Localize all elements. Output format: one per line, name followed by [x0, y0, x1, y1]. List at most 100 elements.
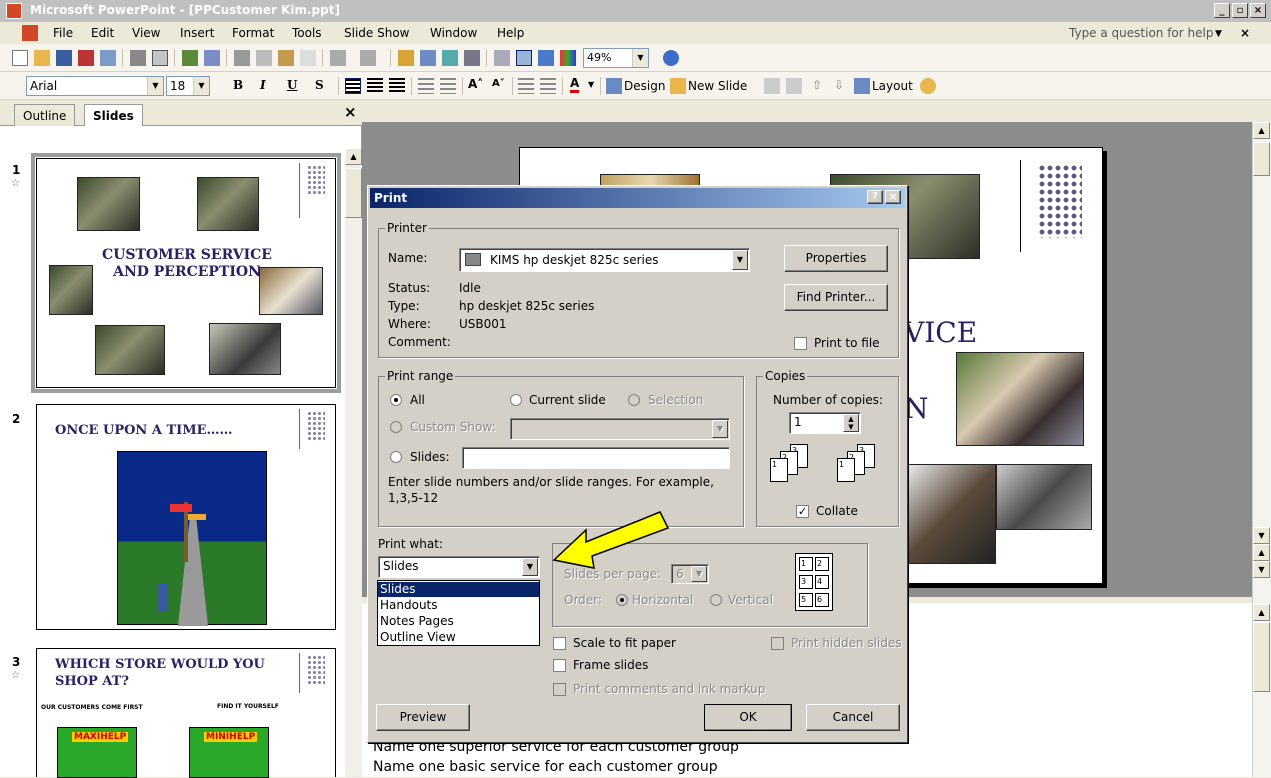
print-icon[interactable] — [130, 50, 146, 66]
tables-borders-icon[interactable] — [442, 50, 458, 66]
menu-edit[interactable]: Edit — [91, 26, 114, 40]
scale-to-fit-checkbox[interactable] — [553, 637, 566, 650]
menu-insert[interactable]: Insert — [180, 26, 214, 40]
previous-slide-icon[interactable]: ▲ — [1253, 544, 1270, 561]
insert-chart-icon[interactable] — [398, 50, 414, 66]
print-to-file-label[interactable]: Print to file — [814, 336, 880, 350]
align-left-icon[interactable] — [345, 78, 361, 94]
design-button[interactable]: Design — [624, 79, 665, 93]
redo-icon[interactable] — [360, 50, 376, 66]
align-right-icon[interactable] — [389, 78, 405, 94]
slide-thumbnail-1[interactable]: CUSTOMER SERVICE AND PERCEPTION — [31, 153, 341, 393]
scroll-down-icon[interactable]: ▼ — [1253, 527, 1270, 544]
chevron-down-icon[interactable]: ▼ — [732, 250, 748, 270]
find-printer-button[interactable]: Find Printer... — [784, 284, 888, 311]
align-center-icon[interactable] — [367, 78, 383, 94]
range-current-slide-label[interactable]: Current slide — [529, 393, 606, 407]
range-slides-label[interactable]: Slides: — [410, 450, 450, 464]
help-icon[interactable] — [663, 50, 679, 66]
new-icon[interactable] — [12, 50, 28, 66]
print-hidden-slides-checkbox[interactable] — [771, 637, 784, 650]
italic-button[interactable]: I — [260, 78, 266, 92]
custom-show-select[interactable]: ▼ — [510, 418, 730, 440]
chevron-down-icon[interactable]: ▼ — [691, 566, 707, 582]
collate-checkbox[interactable]: ✓ — [796, 505, 809, 518]
range-slides-radio[interactable] — [390, 451, 402, 463]
print-preview-icon[interactable] — [152, 50, 168, 66]
slides-pane-scrollbar[interactable]: ▲ — [345, 148, 362, 777]
design-icon[interactable] — [606, 78, 622, 94]
range-selection-radio[interactable] — [628, 394, 640, 406]
hyperlink-icon[interactable] — [464, 50, 480, 66]
grid-icon[interactable] — [538, 50, 554, 66]
option-outline-view[interactable]: Outline View — [378, 630, 539, 645]
decrease-font-icon[interactable]: A˅ — [492, 78, 505, 89]
copy-icon[interactable] — [256, 50, 272, 66]
demote-icon[interactable]: ⇩ — [834, 78, 844, 92]
menu-slide-show[interactable]: Slide Show — [344, 26, 409, 40]
slide-thumbnail-3[interactable]: WHICH STORE WOULD YOU SHOP AT? OUR CUSTO… — [36, 648, 336, 778]
menu-help[interactable]: Help — [497, 26, 524, 40]
scroll-thumb[interactable] — [345, 168, 362, 218]
preview-button[interactable]: Preview — [376, 704, 470, 731]
menu-file[interactable]: File — [53, 26, 73, 40]
chevron-down-icon[interactable]: ▼ — [147, 77, 163, 95]
insert-table-icon[interactable] — [420, 50, 436, 66]
decrease-indent-icon[interactable] — [518, 78, 534, 94]
move-down-icon[interactable] — [786, 78, 802, 94]
font-color-icon[interactable]: A — [570, 76, 580, 93]
promote-icon[interactable]: ⇧ — [812, 78, 822, 92]
chevron-down-icon[interactable]: ▼ — [712, 420, 728, 438]
shadow-button[interactable]: S — [315, 78, 324, 92]
help-dropdown-icon[interactable]: ▼ — [1215, 29, 1222, 39]
email-icon[interactable] — [100, 50, 116, 66]
font-select[interactable]: Arial ▼ — [26, 76, 164, 96]
numbering-icon[interactable] — [418, 78, 434, 94]
close-document-icon[interactable]: × — [1240, 26, 1250, 40]
print-to-file-checkbox[interactable] — [794, 337, 807, 350]
main-scrollbar[interactable]: ▲ ▼ ▲ ▼ ▲ — [1252, 122, 1271, 777]
print-comments-checkbox[interactable] — [553, 683, 566, 696]
option-slides[interactable]: Slides — [378, 582, 539, 597]
underline-button[interactable]: U — [287, 78, 297, 92]
tab-slides[interactable]: Slides — [84, 104, 143, 126]
range-custom-show-radio[interactable] — [390, 421, 402, 433]
menu-tools[interactable]: Tools — [292, 26, 322, 40]
font-size-select[interactable]: 18 ▼ — [166, 76, 210, 96]
printer-name-select[interactable]: KIMS hp deskjet 825c series ▼ — [459, 248, 750, 272]
menu-view[interactable]: View — [132, 26, 160, 40]
move-up-icon[interactable] — [764, 78, 780, 94]
font-color-dropdown-icon[interactable]: ▼ — [588, 80, 594, 89]
research-icon[interactable] — [204, 50, 220, 66]
new-slide-icon[interactable] — [670, 78, 686, 94]
scroll-up-icon[interactable]: ▲ — [345, 148, 362, 165]
new-slide-button[interactable]: New Slide — [688, 79, 747, 93]
chevron-down-icon[interactable]: ▼ — [522, 558, 538, 576]
bold-button[interactable]: B — [233, 78, 243, 92]
properties-button[interactable]: Properties — [784, 245, 888, 272]
color-grayscale-icon[interactable] — [560, 50, 576, 66]
range-all-radio[interactable] — [390, 394, 402, 406]
paste-icon[interactable] — [278, 50, 294, 66]
expand-all-icon[interactable] — [494, 50, 510, 66]
save-icon[interactable] — [56, 50, 72, 66]
menu-window[interactable]: Window — [430, 26, 477, 40]
powerpoint-icon[interactable] — [6, 3, 22, 19]
cut-icon[interactable] — [234, 50, 250, 66]
chevron-down-icon[interactable]: ▼ — [193, 77, 209, 95]
close-pane-icon[interactable]: × — [344, 103, 357, 121]
layout-icon[interactable] — [854, 78, 870, 94]
order-vertical-radio[interactable] — [710, 594, 722, 606]
copies-spinner-icon[interactable]: ▲ ▼ — [843, 414, 859, 432]
copies-input[interactable]: 1 ▲ ▼ — [789, 412, 861, 434]
open-icon[interactable] — [34, 50, 50, 66]
design-template-icon[interactable] — [920, 78, 936, 94]
zoom-select[interactable]: 49% ▼ — [583, 48, 649, 68]
increase-indent-icon[interactable] — [540, 78, 556, 94]
slides-per-page-select[interactable]: 6 ▼ — [671, 564, 709, 584]
ok-button[interactable]: OK — [704, 704, 792, 731]
range-current-slide-radio[interactable] — [510, 394, 522, 406]
slide-thumbnail-2[interactable]: ONCE UPON A TIME…… — [36, 404, 336, 630]
range-all-label[interactable]: All — [410, 393, 425, 407]
document-icon[interactable] — [22, 25, 38, 41]
